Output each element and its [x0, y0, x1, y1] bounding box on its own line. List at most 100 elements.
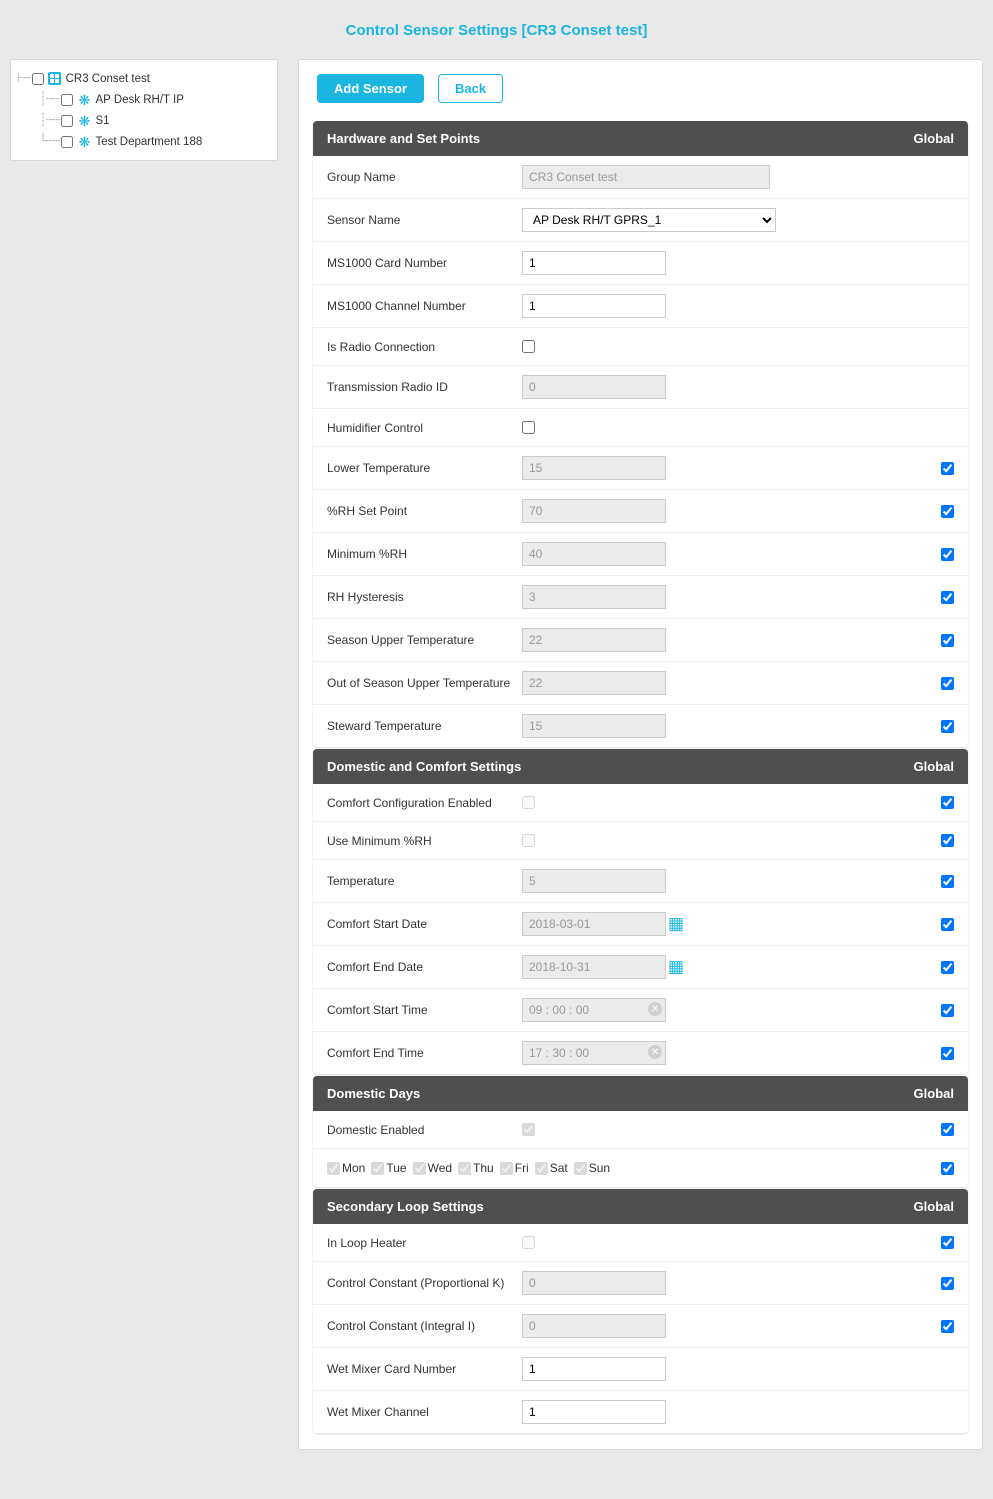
in-loop-checkbox [522, 1236, 535, 1249]
global-checkbox[interactable] [941, 834, 954, 847]
rh-set-input [522, 499, 666, 523]
global-checkbox[interactable] [941, 1123, 954, 1136]
radio-id-input [522, 375, 666, 399]
day-fri-checkbox [500, 1162, 513, 1175]
day-sat-checkbox [535, 1162, 548, 1175]
wet-channel-input[interactable] [522, 1400, 666, 1424]
day-label: Tue [386, 1161, 406, 1175]
humidifier-checkbox[interactable] [522, 421, 535, 434]
panel-title: Hardware and Set Points [327, 131, 480, 146]
global-checkbox[interactable] [941, 1236, 954, 1249]
global-checkbox[interactable] [941, 875, 954, 888]
comfort-end-date-input [522, 955, 666, 979]
use-min-rh-checkbox [522, 834, 535, 847]
day-sun-checkbox [574, 1162, 587, 1175]
card-number-input[interactable] [522, 251, 666, 275]
global-checkbox[interactable] [941, 1004, 954, 1017]
day-thu-checkbox [458, 1162, 471, 1175]
field-label: MS1000 Channel Number [327, 299, 522, 313]
add-sensor-button[interactable]: Add Sensor [317, 74, 424, 103]
global-header-label: Global [914, 759, 954, 774]
field-label: Out of Season Upper Temperature [327, 676, 522, 690]
day-label: Sun [589, 1161, 610, 1175]
global-checkbox[interactable] [941, 462, 954, 475]
day-wed-checkbox [413, 1162, 426, 1175]
tree-connector: └┄┄ [39, 134, 59, 149]
tree-node-child[interactable]: └┄┄ ❋ Test Department 188 [17, 131, 271, 152]
global-checkbox[interactable] [941, 505, 954, 518]
tree-checkbox[interactable] [61, 115, 73, 127]
global-header-label: Global [914, 1086, 954, 1101]
global-checkbox[interactable] [941, 591, 954, 604]
tree-node-child[interactable]: ┊┄┄ ❋ AP Desk RH/T IP [17, 89, 271, 110]
tree-node-child[interactable]: ┊┄┄ ❋ S1 [17, 110, 271, 131]
global-checkbox[interactable] [941, 720, 954, 733]
field-label: MS1000 Card Number [327, 256, 522, 270]
field-label: Comfort Start Time [327, 1003, 522, 1017]
day-tue-checkbox [371, 1162, 384, 1175]
fan-icon: ❋ [77, 135, 91, 149]
global-checkbox[interactable] [941, 796, 954, 809]
main-panel: Add Sensor Back Hardware and Set Points … [298, 59, 983, 1450]
wet-card-input[interactable] [522, 1357, 666, 1381]
back-button[interactable]: Back [438, 74, 503, 103]
clear-icon[interactable]: ✕ [648, 1002, 662, 1016]
field-label: Comfort Configuration Enabled [327, 796, 522, 810]
tree-checkbox[interactable] [61, 94, 73, 106]
field-label: Steward Temperature [327, 719, 522, 733]
tree-label: AP Desk RH/T IP [95, 94, 183, 106]
domestic-panel: Domestic and Comfort Settings Global Com… [313, 749, 968, 1074]
tree-connector: ┊┄┄ [39, 113, 59, 128]
loop-panel: Secondary Loop Settings Global In Loop H… [313, 1189, 968, 1433]
global-checkbox[interactable] [941, 1047, 954, 1060]
global-checkbox[interactable] [941, 677, 954, 690]
prop-k-input [522, 1271, 666, 1295]
global-header-label: Global [914, 1199, 954, 1214]
rh-hyst-input [522, 585, 666, 609]
field-label: Comfort Start Date [327, 917, 522, 931]
comfort-enabled-checkbox [522, 796, 535, 809]
hardware-panel: Hardware and Set Points Global Group Nam… [313, 121, 968, 747]
tree-label: CR3 Conset test [66, 73, 150, 85]
field-label: Sensor Name [327, 213, 522, 227]
field-label: Temperature [327, 874, 522, 888]
global-checkbox[interactable] [941, 548, 954, 561]
global-checkbox[interactable] [941, 1277, 954, 1290]
channel-number-input[interactable] [522, 294, 666, 318]
domestic-enabled-checkbox [522, 1123, 535, 1136]
global-checkbox[interactable] [941, 1162, 954, 1175]
tree-connector: ┊┄┄ [39, 92, 59, 107]
day-label: Fri [515, 1161, 529, 1175]
field-label: Season Upper Temperature [327, 633, 522, 647]
global-checkbox[interactable] [941, 1320, 954, 1333]
out-season-upper-input [522, 671, 666, 695]
clear-icon[interactable]: ✕ [648, 1045, 662, 1059]
field-label: Humidifier Control [327, 421, 522, 435]
tree-checkbox[interactable] [32, 73, 44, 85]
global-checkbox[interactable] [941, 961, 954, 974]
field-label: Transmission Radio ID [327, 380, 522, 394]
is-radio-checkbox[interactable] [522, 340, 535, 353]
day-label: Mon [342, 1161, 365, 1175]
field-label: Control Constant (Proportional K) [327, 1276, 522, 1290]
grid-icon [48, 72, 62, 86]
tree-connector: ⊦┄ [17, 71, 30, 86]
tree-label: Test Department 188 [95, 136, 202, 148]
group-name-input [522, 165, 770, 189]
field-label: RH Hysteresis [327, 590, 522, 604]
field-label: Control Constant (Integral I) [327, 1319, 522, 1333]
sensor-name-select[interactable]: AP Desk RH/T GPRS_1 [522, 208, 776, 232]
field-label: In Loop Heater [327, 1236, 522, 1250]
field-label: Comfort End Date [327, 960, 522, 974]
calendar-icon: ▦ [668, 914, 684, 934]
global-checkbox[interactable] [941, 918, 954, 931]
min-rh-input [522, 542, 666, 566]
comfort-end-time-input [522, 1041, 666, 1065]
page-title: Control Sensor Settings [CR3 Conset test… [10, 10, 983, 59]
global-checkbox[interactable] [941, 634, 954, 647]
tree-node-root[interactable]: ⊦┄ CR3 Conset test [17, 68, 271, 89]
tree-label: S1 [95, 115, 109, 127]
comfort-start-date-input [522, 912, 666, 936]
global-header-label: Global [914, 131, 954, 146]
tree-checkbox[interactable] [61, 136, 73, 148]
